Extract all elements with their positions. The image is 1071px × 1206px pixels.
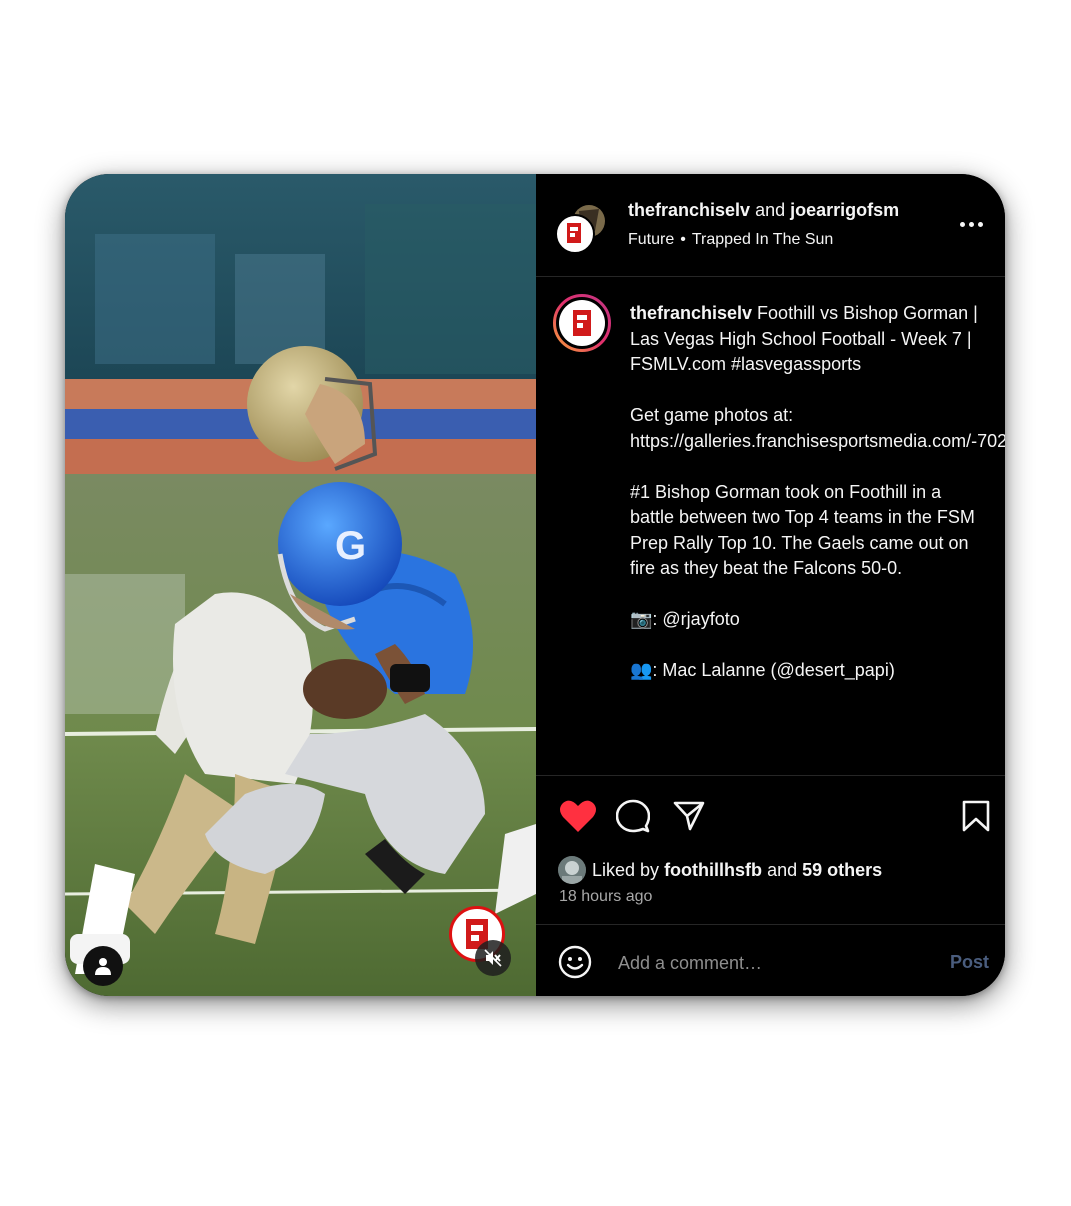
coauthor-username[interactable]: joearrigofsm xyxy=(790,200,899,220)
share-icon xyxy=(673,801,705,831)
actions-bar: Liked by foothillhsfb and 59 others 18 h… xyxy=(536,775,1005,925)
comment-input[interactable] xyxy=(616,945,940,981)
share-button[interactable] xyxy=(667,794,711,838)
audio-attribution[interactable]: Future • Trapped In The Sun xyxy=(628,231,833,249)
comment-icon xyxy=(616,799,650,833)
user-tag-icon xyxy=(95,958,111,975)
post-side-panel: thefranchiselv and joearrigofsm Future • T… xyxy=(536,174,1005,996)
audio-separator: • xyxy=(680,231,686,248)
mute-toggle-button[interactable] xyxy=(475,940,511,976)
liker-avatar-image xyxy=(558,856,586,884)
audio-artist: Future xyxy=(628,231,675,248)
emoji-icon[interactable] xyxy=(558,945,592,979)
bookmark-icon xyxy=(962,800,990,832)
post-authors: thefranchiselv and joearrigofsm xyxy=(628,200,899,221)
caption-block: thefranchiselv Foothill vs Bishop Gorman… xyxy=(536,277,1005,775)
more-icon xyxy=(960,221,965,227)
tagged-users-button[interactable] xyxy=(83,946,123,986)
collab-avatar[interactable] xyxy=(555,201,609,255)
liker-username[interactable]: foothillhsfb xyxy=(664,860,762,881)
like-button[interactable] xyxy=(556,794,600,838)
post-comment-button[interactable]: Post xyxy=(950,952,989,973)
likes-summary[interactable]: Liked by foothillhsfb and 59 others xyxy=(558,856,882,884)
more-options-button[interactable] xyxy=(960,214,988,234)
post-header: thefranchiselv and joearrigofsm Future • T… xyxy=(536,174,1005,277)
caption-username[interactable]: thefranchiselv xyxy=(630,303,752,323)
svg-text:G: G xyxy=(335,524,366,568)
football-photo: G xyxy=(65,174,536,996)
likes-prefix: Liked by xyxy=(592,859,660,880)
likes-connector: and xyxy=(767,859,798,880)
audio-track: Trapped In The Sun xyxy=(691,231,834,248)
save-button[interactable] xyxy=(954,794,998,838)
caption-text: thefranchiselv Foothill vs Bishop Gorman… xyxy=(630,301,1005,684)
post-media[interactable]: G xyxy=(65,174,536,996)
caption-body: Foothill vs Bishop Gorman | Las Vegas Hi… xyxy=(630,303,1005,680)
post-timestamp[interactable]: 18 hours ago xyxy=(559,888,652,906)
liker-avatar xyxy=(558,856,586,884)
muted-speaker-icon xyxy=(484,949,502,967)
author-username[interactable]: thefranchiselv xyxy=(628,200,750,220)
comment-bar: Post xyxy=(536,925,1005,996)
comment-button[interactable] xyxy=(611,794,655,838)
author-connector: and xyxy=(755,200,786,220)
caption-avatar[interactable] xyxy=(553,294,611,352)
heart-icon xyxy=(560,800,596,832)
likes-others[interactable]: 59 others xyxy=(802,860,882,881)
post-modal: G thefranchiselv and joearrigofsm Future… xyxy=(65,174,1005,996)
